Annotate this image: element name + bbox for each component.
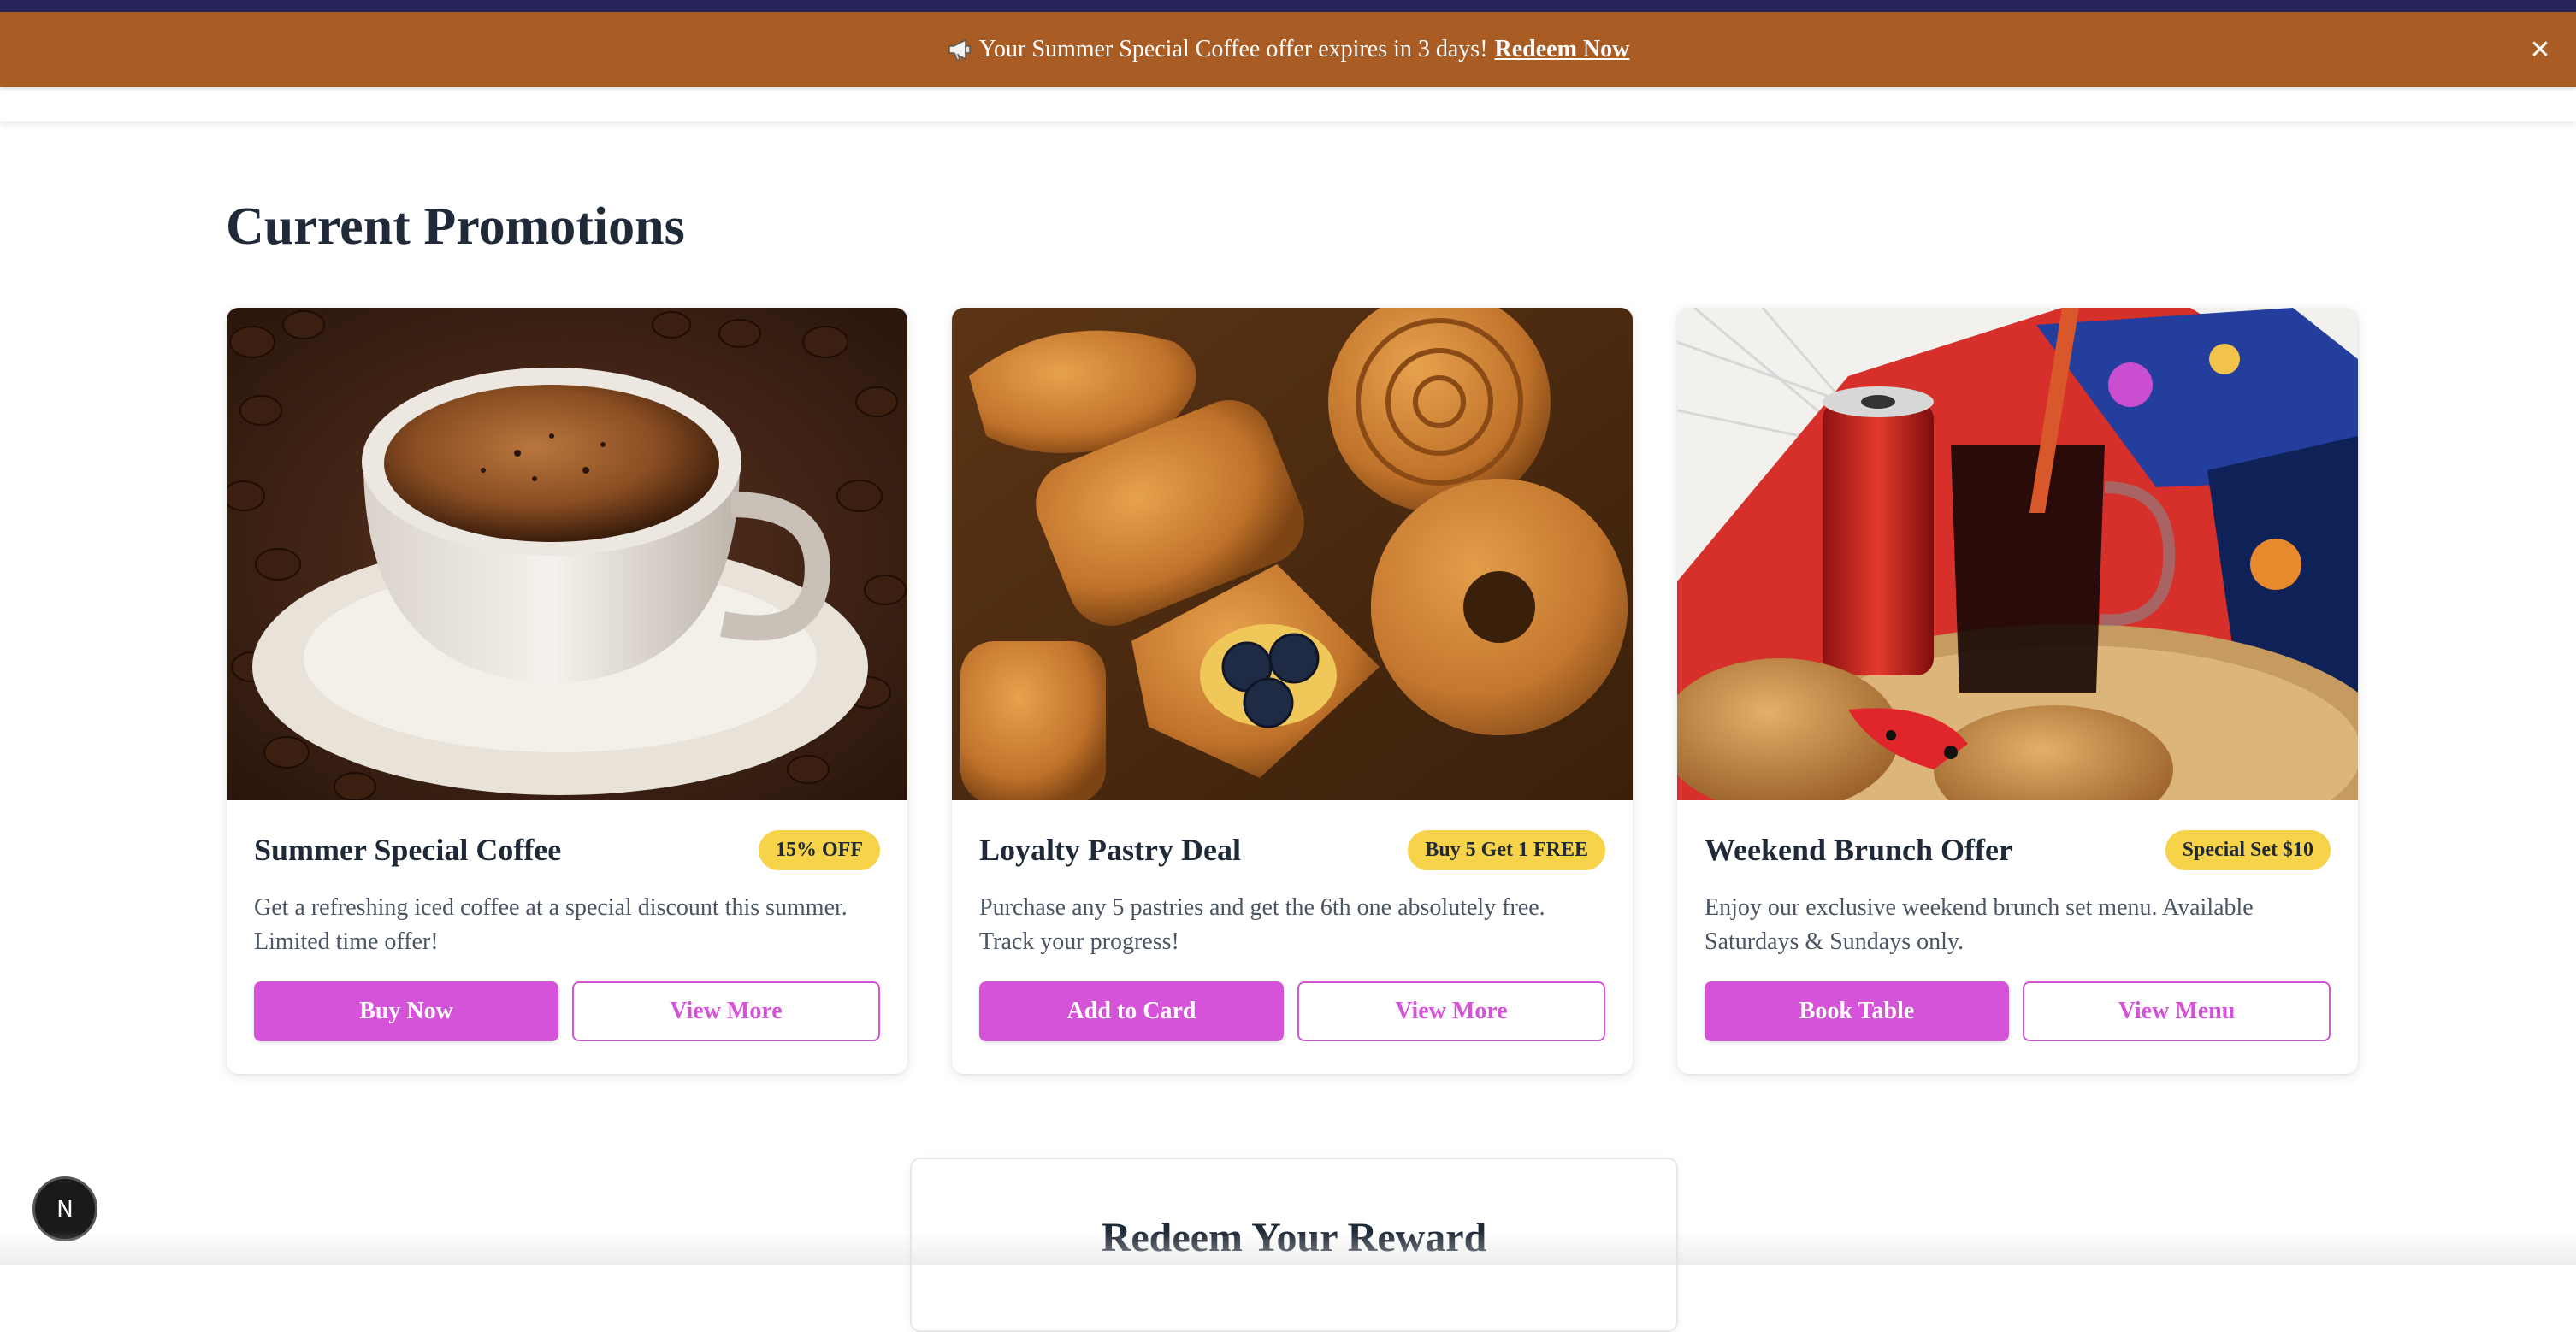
promo-description: Enjoy our exclusive weekend brunch set m… [1705,894,2254,955]
promo-card-loyalty-pastry: Loyalty Pastry Deal Buy 5 Get 1 FREE Pur… [952,308,1633,1074]
close-icon[interactable]: ✕ [2521,31,2559,68]
promo-banner: Your Summer Special Coffee offer expires… [0,12,2576,87]
redeem-title: Redeem Your Reward [1101,1215,1487,1260]
banner-message: Your Summer Special Coffee offer expires… [978,36,1488,62]
promo-description: Get a refreshing iced coffee at a specia… [254,894,848,955]
promo-title: Summer Special Coffee [254,833,562,867]
logo[interactable] [241,87,404,92]
pastries-image [952,308,1633,800]
discount-badge: Special Set $10 [2165,829,2331,870]
dev-tools-badge[interactable]: N [32,1176,97,1241]
svg-text:N: N [56,1197,73,1223]
nextjs-logo-icon: N [56,1197,73,1223]
section-title: Current Promotions [226,197,685,256]
coffee-cup-image [227,308,907,800]
discount-badge: 15% OFF [759,829,880,870]
view-menu-button[interactable]: View Menu [2023,981,2331,1041]
redeem-reward-panel: Redeem Your Reward [910,1158,1678,1332]
promo-title: Weekend Brunch Offer [1705,833,2012,867]
brunch-image [1677,308,2358,800]
book-table-button[interactable]: Book Table [1705,981,2009,1041]
promo-card-weekend-brunch: Weekend Brunch Offer Special Set $10 Enj… [1677,308,2358,1074]
top-accent-strip [0,0,2576,12]
promo-title: Loyalty Pastry Deal [979,833,1241,867]
add-to-card-button[interactable]: Add to Card [979,981,1284,1041]
redeem-now-link[interactable]: Redeem Now [1495,36,1630,63]
view-more-button[interactable]: View More [572,981,880,1041]
megaphone-icon [947,38,972,61]
discount-badge: Buy 5 Get 1 FREE [1408,829,1605,870]
view-more-button[interactable]: View More [1297,981,1605,1041]
navigation-bar [0,87,2576,121]
buy-now-button[interactable]: Buy Now [254,981,558,1041]
promo-card-summer-coffee: Summer Special Coffee 15% OFF Get a refr… [227,308,907,1074]
promo-description: Purchase any 5 pastries and get the 6th … [979,894,1545,955]
